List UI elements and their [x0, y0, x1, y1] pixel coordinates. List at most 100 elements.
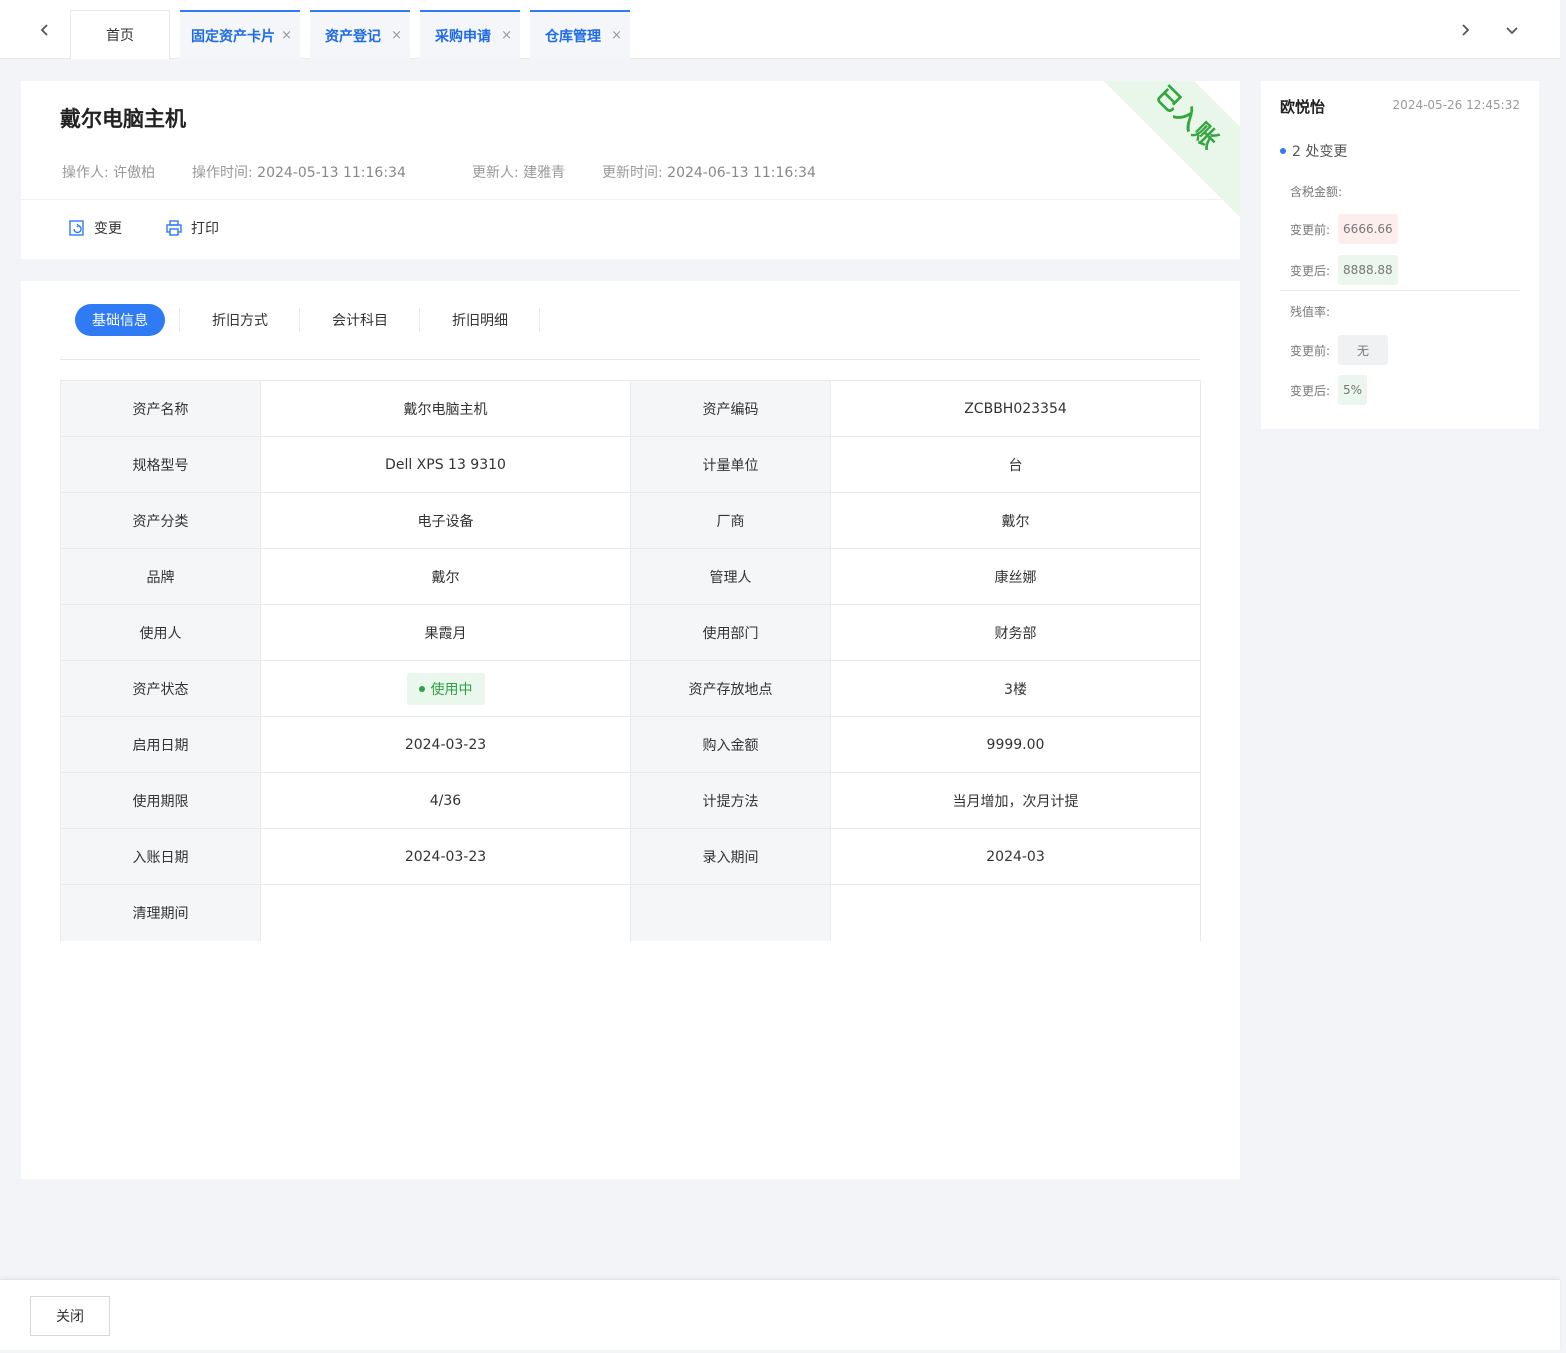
changed-field-name: 含税金额:	[1290, 185, 1343, 199]
tab-basic-info[interactable]: 基础信息	[75, 304, 180, 336]
field-value: 使用中	[260, 660, 631, 717]
field-value: Dell XPS 13 9310	[260, 436, 631, 493]
field-value: 戴尔	[830, 492, 1201, 549]
field-label: 使用部门	[630, 604, 831, 661]
tab-label: 基础信息	[75, 304, 165, 336]
change-button[interactable]: 变更	[68, 218, 122, 238]
tab-close-icon[interactable]: ×	[281, 28, 292, 43]
operation-time-meta: 操作时间: 2024-05-13 11:16:34	[192, 162, 406, 182]
field-value	[830, 884, 1201, 941]
field-label: 管理人	[630, 548, 831, 605]
field-value: 财务部	[830, 604, 1201, 661]
table-row: 资产分类 电子设备 厂商 戴尔	[60, 492, 1201, 549]
value-before-row: 变更前: 无	[1290, 335, 1389, 365]
tab-label: 首页	[106, 28, 134, 44]
change-icon	[69, 220, 84, 236]
ribbon-label: 已入账	[1150, 81, 1226, 156]
field-value: ZCBBH023354	[830, 380, 1201, 437]
change-count-label: 2 处变更	[1292, 144, 1348, 160]
change-count: 2 处变更	[1280, 141, 1347, 161]
field-label: 品牌	[60, 548, 261, 605]
field-value: 当月增加，次月计提	[830, 772, 1201, 829]
field-value	[260, 884, 631, 941]
tab-asset-registration[interactable]: 资产登记 ×	[310, 10, 410, 59]
field-value: 康丝娜	[830, 548, 1201, 605]
tab-depreciation-detail[interactable]: 折旧明细	[420, 304, 540, 336]
field-label: 资产编码	[630, 380, 831, 437]
change-user: 欧悦怡	[1280, 98, 1326, 116]
tab-label: 固定资产卡片	[191, 28, 275, 45]
field-label: 厂商	[630, 492, 831, 549]
value-before-row: 变更前: 6666.66	[1290, 214, 1398, 244]
table-row: 启用日期 2024-03-23 购入金额 9999.00	[60, 716, 1201, 773]
field-value: 戴尔电脑主机	[260, 380, 631, 437]
field-label: 录入期间	[630, 828, 831, 885]
field-label	[630, 884, 831, 941]
status-dot-icon	[418, 685, 425, 692]
tab-label: 仓库管理	[545, 28, 601, 45]
table-row: 资产名称 戴尔电脑主机 资产编码 ZCBBH023354	[60, 380, 1201, 437]
value-after: 8888.88	[1338, 255, 1398, 285]
field-value: 电子设备	[260, 492, 631, 549]
field-value: 台	[830, 436, 1201, 493]
value-after-row: 变更后: 8888.88	[1290, 255, 1398, 285]
field-value: 4/36	[260, 772, 631, 829]
print-button[interactable]: 打印	[165, 218, 219, 238]
field-value: 9999.00	[830, 716, 1201, 773]
field-value: 2024-03	[830, 828, 1201, 885]
tab-purchase-request[interactable]: 采购申请 ×	[420, 10, 520, 59]
updater-meta: 更新人: 建雅青	[472, 162, 565, 182]
tab-close-icon[interactable]: ×	[391, 28, 402, 43]
field-value: 2024-03-23	[260, 716, 631, 773]
field-label: 计量单位	[630, 436, 831, 493]
tab-depreciation-method[interactable]: 折旧方式	[180, 304, 300, 336]
value-after: 5%	[1338, 375, 1368, 405]
asset-detail-card: 基础信息 折旧方式 会计科目 折旧明细 资产名称 戴尔电脑主机 资产编码 ZCB…	[21, 281, 1240, 1179]
tab-warehouse-management[interactable]: 仓库管理 ×	[530, 10, 630, 59]
field-label: 规格型号	[60, 436, 261, 493]
field-label: 资产存放地点	[630, 660, 831, 717]
value-before: 无	[1338, 335, 1389, 365]
operation-time-value: 2024-05-13 11:16:34	[257, 165, 406, 181]
operation-time-label: 操作时间:	[192, 165, 253, 181]
divider	[21, 199, 1240, 200]
field-label: 使用人	[60, 604, 261, 661]
field-value: 2024-03-23	[260, 828, 631, 885]
page-title: 戴尔电脑主机	[60, 107, 186, 131]
field-label: 购入金额	[630, 716, 831, 773]
status-badge: 使用中	[406, 672, 485, 705]
tab-home[interactable]: 首页	[70, 10, 170, 59]
detail-tabs: 基础信息 折旧方式 会计科目 折旧明细	[75, 304, 540, 336]
tab-close-icon[interactable]: ×	[611, 28, 622, 43]
print-label: 打印	[191, 221, 219, 237]
table-row: 品牌 戴尔 管理人 康丝娜	[60, 548, 1201, 605]
table-row: 清理期间	[60, 884, 1201, 941]
asset-header-card: 戴尔电脑主机 操作人: 许傲柏 操作时间: 2024-05-13 11:16:3…	[21, 81, 1240, 259]
field-label: 清理期间	[60, 884, 261, 941]
tab-label: 会计科目	[332, 313, 388, 329]
chevron-down-icon[interactable]	[1492, 0, 1532, 59]
status-label: 使用中	[430, 681, 473, 698]
footer-bar: 关闭	[0, 1279, 1560, 1350]
bullet-icon	[1280, 148, 1286, 154]
change-time: 2024-05-26 12:45:32	[1392, 98, 1520, 112]
after-label: 变更后:	[1290, 263, 1331, 278]
field-label: 资产名称	[60, 380, 261, 437]
field-label: 入账日期	[60, 828, 261, 885]
tab-scroll-right-icon[interactable]	[1445, 0, 1485, 59]
operator-label: 操作人:	[62, 165, 109, 181]
after-label: 变更后:	[1290, 383, 1331, 398]
field-value: 果霞月	[260, 604, 631, 661]
asset-info-table: 资产名称 戴尔电脑主机 资产编码 ZCBBH023354 规格型号 Dell X…	[60, 380, 1201, 941]
operator-meta: 操作人: 许傲柏	[62, 162, 155, 182]
close-button[interactable]: 关闭	[30, 1296, 110, 1336]
change-label: 变更	[94, 221, 122, 237]
field-label: 使用期限	[60, 772, 261, 829]
field-label: 计提方法	[630, 772, 831, 829]
updater-value: 建雅青	[523, 165, 566, 181]
tab-scroll-left-icon[interactable]	[25, 0, 65, 59]
tab-fixed-asset-card[interactable]: 固定资产卡片 ×	[180, 10, 300, 59]
tab-accounting-subject[interactable]: 会计科目	[300, 304, 420, 336]
tab-close-icon[interactable]: ×	[501, 28, 512, 43]
field-label: 资产分类	[60, 492, 261, 549]
